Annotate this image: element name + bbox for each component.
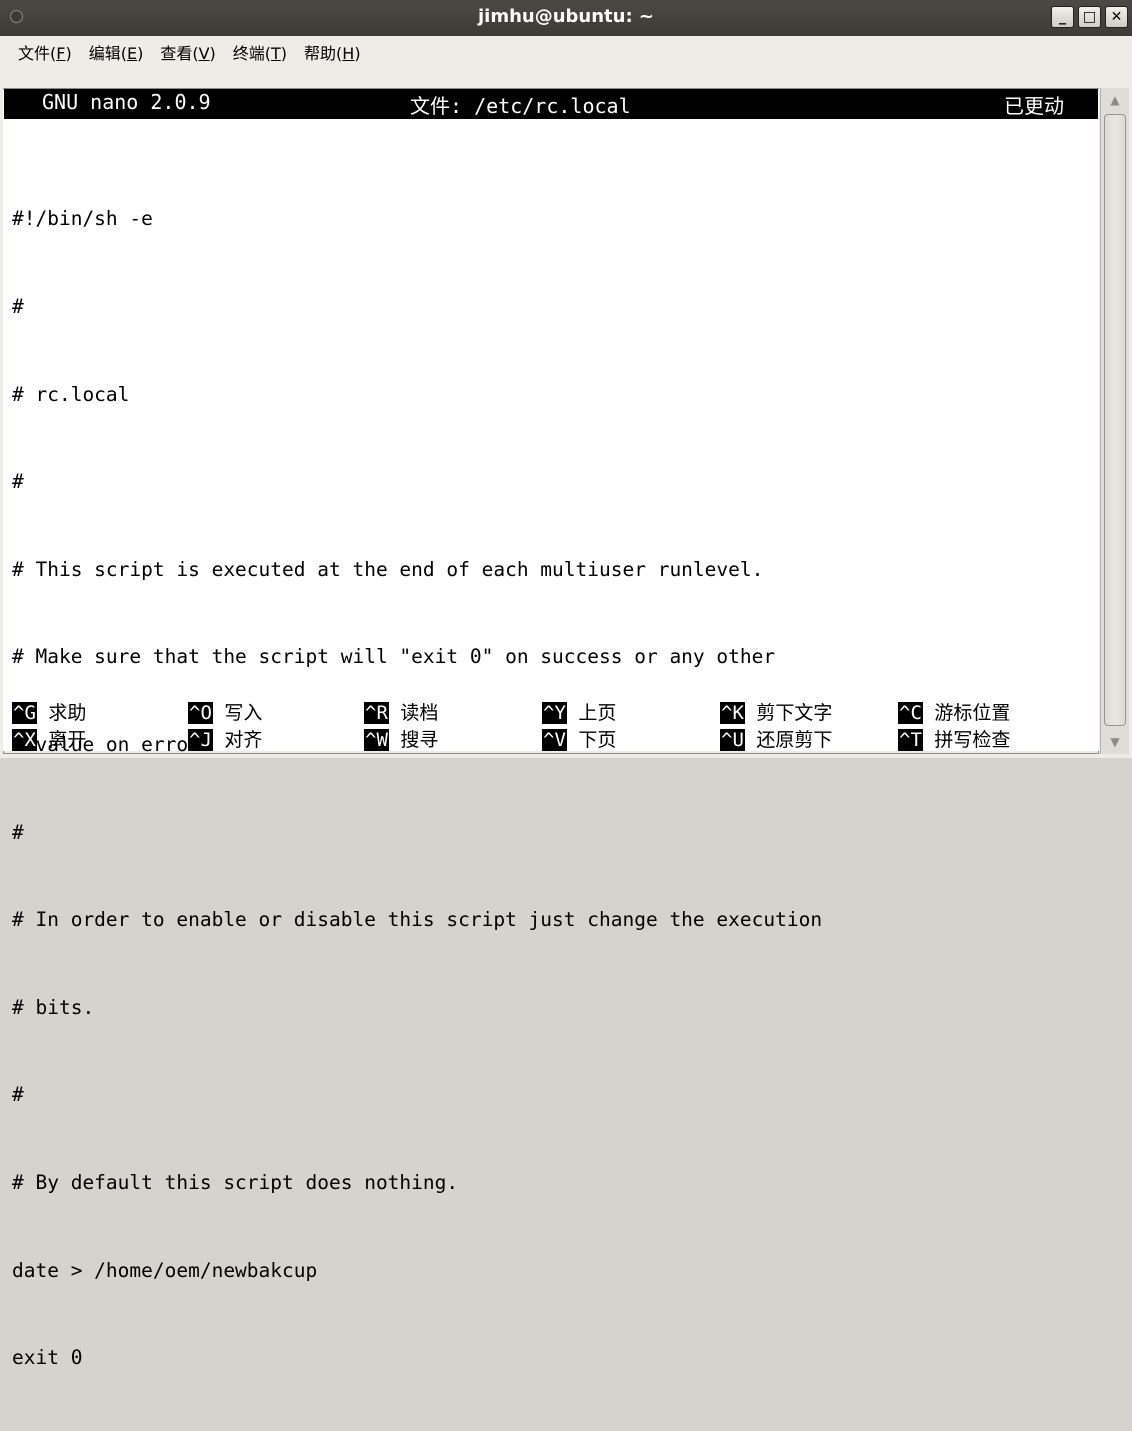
shortcut-uncut: ^U 还原剪下: [720, 729, 833, 751]
shortcut-justify: ^J 对齐: [188, 729, 263, 751]
shortcut-row-2: ^X 离开 ^J 对齐 ^W 搜寻 ^V 下页 ^U 还原剪下 ^T 拼写检查: [12, 725, 1092, 752]
nano-shortcut-bar: ^G 求助 ^O 写入 ^R 读档 ^Y 上页 ^K 剪下文字 ^C 游标位置 …: [12, 698, 1092, 752]
scroll-up-icon[interactable]: ▲: [1101, 88, 1129, 112]
editor-line: #: [12, 295, 24, 318]
window-title: jimhu@ubuntu: ~: [477, 6, 655, 27]
shortcut-prev-page: ^Y 上页: [542, 702, 617, 724]
scrollbar-thumb[interactable]: [1104, 114, 1126, 726]
menu-help[interactable]: 帮助(H): [304, 40, 361, 64]
menu-view[interactable]: 查看(V): [160, 40, 215, 64]
window-controls: _ □ ✕: [1051, 6, 1128, 28]
editor-line: # Make sure that the script will "exit 0…: [12, 645, 776, 669]
menu-edit[interactable]: 编辑(E): [89, 40, 144, 64]
shortcut-cursor-pos: ^C 游标位置: [898, 702, 1011, 724]
editor-line: #: [12, 820, 24, 844]
shortcut-spell-check: ^T 拼写检查: [898, 729, 1011, 751]
scroll-down-icon[interactable]: ▼: [1101, 730, 1129, 754]
menu-file[interactable]: 文件(F): [18, 40, 72, 64]
minimize-icon[interactable]: _: [1051, 6, 1074, 28]
shortcut-read-file: ^R 读档: [364, 702, 439, 724]
shortcut-next-page: ^V 下页: [542, 729, 617, 751]
maximize-icon[interactable]: □: [1078, 6, 1101, 28]
shortcut-cut-text: ^K 剪下文字: [720, 702, 833, 724]
editor-line: # In order to enable or disable this scr…: [12, 908, 823, 932]
editor-line: #: [12, 470, 24, 494]
editor-line: # This script is executed at the end of …: [12, 557, 764, 581]
shortcut-row-1: ^G 求助 ^O 写入 ^R 读档 ^Y 上页 ^K 剪下文字 ^C 游标位置: [12, 698, 1092, 725]
menu-terminal[interactable]: 终端(T): [233, 40, 287, 64]
editor-line: #!/bin/sh -e: [12, 207, 153, 231]
editor-line: date > /home/oem/newbakcup: [12, 1258, 318, 1282]
terminal-window: jimhu@ubuntu: ~ _ □ ✕ 文件(F) 编辑(E) 查看(V) …: [0, 0, 1132, 1369]
shortcut-help: ^G 求助: [12, 702, 87, 724]
nano-version: GNU nano 2.0.9: [42, 90, 211, 114]
editor-line: # bits.: [12, 995, 95, 1019]
title-bar[interactable]: jimhu@ubuntu: ~ _ □ ✕: [0, 0, 1132, 36]
editor-line: # By default this script does nothing.: [12, 1170, 459, 1194]
editor-line: # rc.local: [12, 382, 130, 406]
menu-bar: 文件(F) 编辑(E) 查看(V) 终端(T) 帮助(H): [0, 37, 1132, 67]
nano-modified-status: 已更动: [1004, 94, 1064, 118]
close-icon[interactable]: ✕: [1105, 6, 1128, 28]
shortcut-write-out: ^O 写入: [188, 702, 263, 724]
editor-content[interactable]: #!/bin/sh -e # # rc.local # # This scrip…: [12, 146, 822, 1431]
nano-file-name: 文件: /etc/rc.local: [410, 94, 631, 118]
editor-line: #: [12, 1083, 24, 1107]
vertical-scrollbar[interactable]: ▲ ▼: [1100, 88, 1129, 754]
nano-header-bar: GNU nano 2.0.9 文件: /etc/rc.local 已更动: [4, 89, 1098, 119]
editor-line: exit 0: [12, 1346, 83, 1370]
shortcut-where-is: ^W 搜寻: [364, 729, 439, 751]
shortcut-exit: ^X 离开: [12, 729, 87, 751]
